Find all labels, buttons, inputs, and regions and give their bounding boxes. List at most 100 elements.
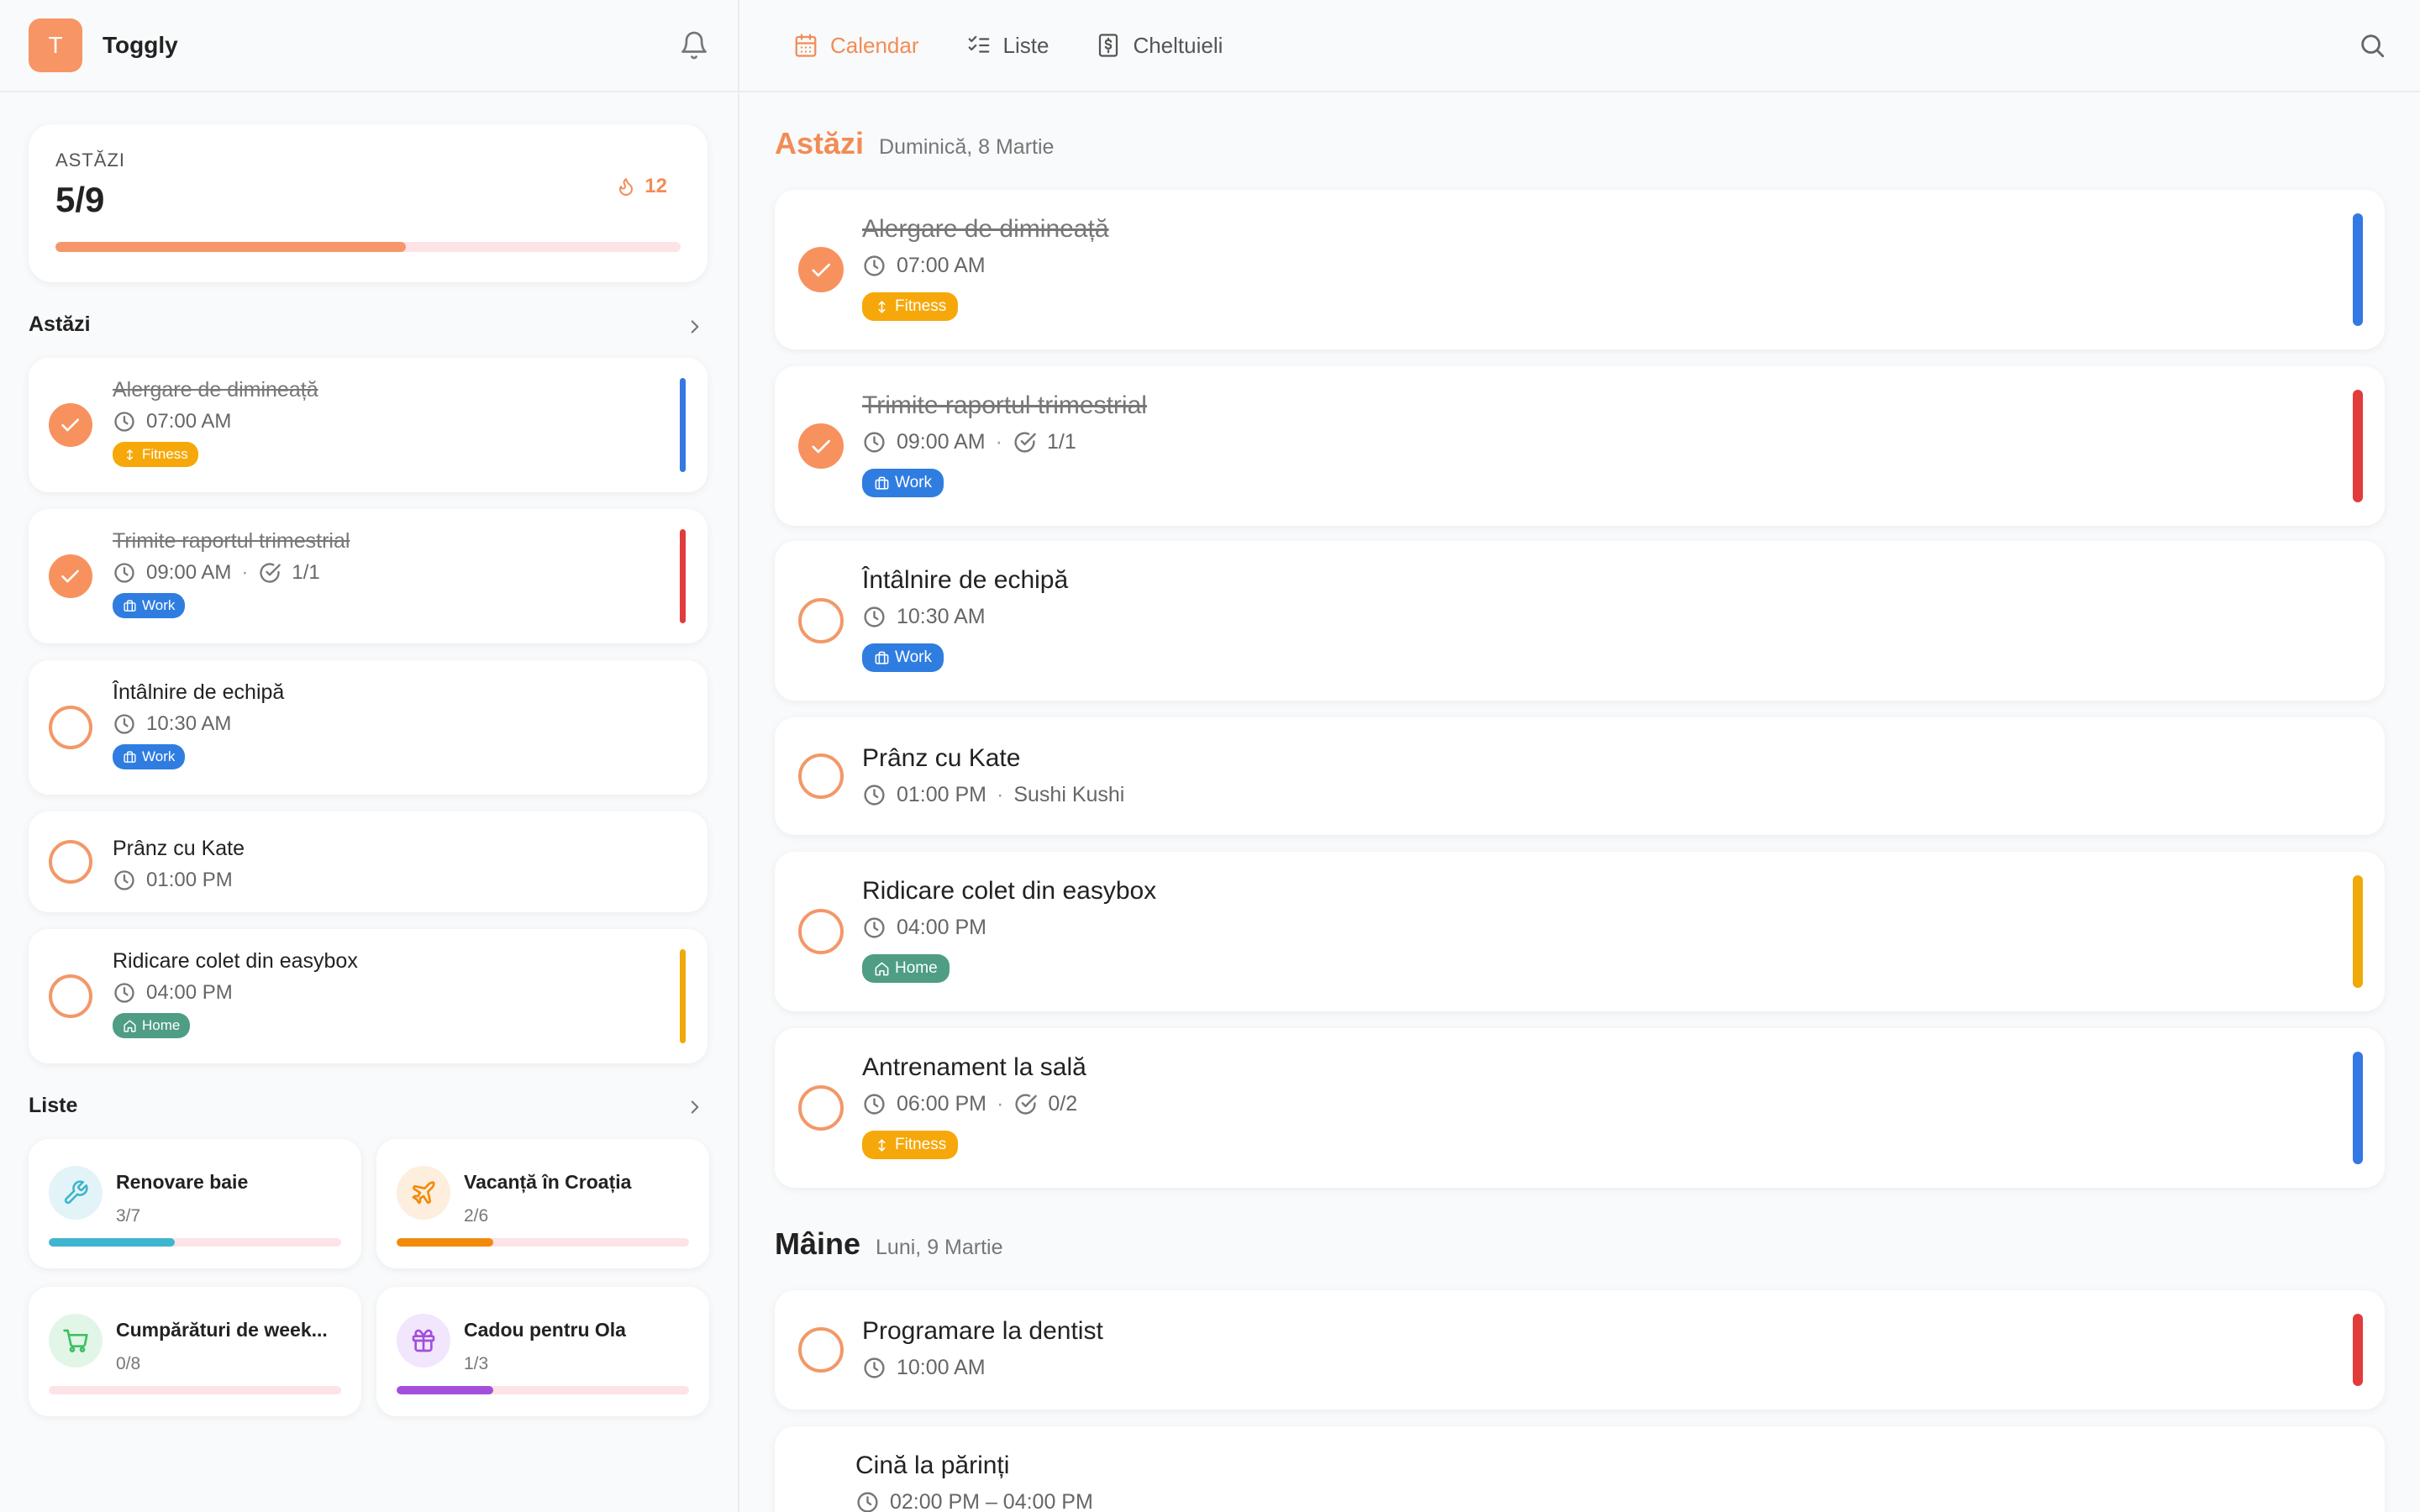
task-card[interactable]: Antrenament la sală 06:00 PM · 0/2 Fitness	[775, 1028, 2385, 1188]
meta-separator: ·	[995, 430, 1002, 454]
tab-calendar[interactable]: Calendar	[793, 33, 919, 59]
clock-icon	[864, 1094, 885, 1115]
streak-count: 12	[644, 175, 667, 197]
priority-bar	[2353, 213, 2363, 326]
tag-fitness: Fitness	[862, 292, 959, 321]
task-title: Ridicare colet din easybox	[862, 877, 1157, 905]
task-title: Programare la dentist	[862, 1317, 1103, 1345]
task-card[interactable]: Cină la părinți 02:00 PM – 04:00 PM	[775, 1426, 2385, 1512]
task-card[interactable]: Prânz cu Kate 01:00 PM	[29, 811, 708, 912]
clock-icon	[864, 785, 885, 806]
list-card[interactable]: Cadou pentru Ola 1/3	[376, 1287, 709, 1416]
task-checkbox[interactable]	[49, 706, 92, 749]
tab-lists[interactable]: Liste	[966, 33, 1049, 59]
priority-bar	[2353, 1052, 2363, 1164]
task-checkbox[interactable]	[798, 598, 844, 643]
day-date-today: Duminică, 8 Martie	[879, 135, 1055, 159]
check-circle-icon	[1015, 1094, 1038, 1115]
task-meta: 07:00 AM	[862, 254, 986, 278]
task-card[interactable]: Întâlnire de echipă 10:30 AM Work	[29, 660, 708, 795]
tab-expenses-label: Cheltuieli	[1133, 32, 1223, 58]
list-card[interactable]: Cumpărături de week... 0/8	[29, 1287, 361, 1416]
task-card[interactable]: Întâlnire de echipă 10:30 AM Work	[775, 541, 2385, 701]
tag-home: Home	[862, 954, 950, 983]
search-icon[interactable]	[2358, 31, 2386, 60]
task-checkbox[interactable]	[798, 753, 844, 799]
tag-label: Fitness	[895, 1136, 947, 1153]
chevron-right-icon[interactable]	[684, 316, 706, 338]
list-progress-fill	[397, 1238, 493, 1247]
task-checkbox-checked[interactable]	[798, 247, 844, 292]
stats-label: ASTĂZI	[55, 150, 126, 171]
stats-progress-fill	[55, 242, 406, 252]
list-progress-bar	[397, 1386, 689, 1394]
task-checkbox-checked[interactable]	[798, 423, 844, 469]
task-title: Alergare de dimineață	[862, 215, 1109, 243]
task-meta: 09:00 AM · 1/1	[862, 430, 1076, 454]
task-checkbox-checked[interactable]	[49, 554, 92, 598]
list-icon-wrap	[49, 1166, 103, 1220]
bell-icon[interactable]	[679, 30, 709, 60]
chevron-right-icon[interactable]	[684, 1096, 706, 1118]
subtask-count: 1/1	[292, 561, 320, 584]
meta-separator: ·	[241, 561, 249, 584]
list-progress-fill	[397, 1386, 493, 1394]
tag-work: Work	[113, 593, 186, 618]
list-count: 0/8	[116, 1354, 141, 1373]
home-icon	[124, 1019, 136, 1032]
cart-icon	[63, 1329, 88, 1352]
day-header-today: Astăzi Duminică, 8 Martie	[775, 126, 1054, 161]
tag-fitness: Fitness	[113, 442, 198, 467]
task-card[interactable]: Trimite raportul trimestrial 09:00 AM · 1/1…	[775, 366, 2385, 526]
task-time: 07:00 AM	[897, 254, 986, 277]
clock-icon	[114, 563, 134, 583]
task-checkbox[interactable]	[49, 840, 92, 884]
task-meta: 04:00 PM	[113, 981, 233, 1005]
task-meta: 10:30 AM	[113, 712, 231, 736]
task-time: 01:00 PM	[146, 869, 233, 891]
list-card[interactable]: Vacanță în Croația 2/6	[376, 1139, 709, 1268]
list-icon-wrap	[397, 1166, 450, 1220]
task-card[interactable]: Ridicare colet din easybox 04:00 PM Home	[29, 929, 708, 1063]
dollar-icon	[1099, 34, 1118, 57]
list-progress-fill	[49, 1238, 175, 1247]
task-meta: 09:00 AM · 1/1	[113, 561, 320, 585]
streak-badge: 12	[616, 175, 667, 198]
day-title-tomorrow: Mâine	[775, 1226, 861, 1261]
task-meta: 02:00 PM – 04:00 PM	[855, 1490, 1093, 1512]
briefcase-icon	[875, 651, 889, 664]
list-count: 1/3	[464, 1354, 489, 1373]
tag-home: Home	[113, 1013, 191, 1038]
task-meta: 01:00 PM	[113, 869, 233, 892]
clock-icon	[864, 255, 885, 276]
plane-icon	[412, 1181, 435, 1205]
app-logo[interactable]: T	[29, 18, 82, 72]
subtask-count: 1/1	[1046, 430, 1076, 454]
task-meta: 04:00 PM	[862, 916, 986, 940]
task-checkbox[interactable]	[798, 1085, 844, 1131]
tag-fitness: Fitness	[862, 1131, 959, 1159]
task-card[interactable]: Trimite raportul trimestrial 09:00 AM · 1/1…	[29, 509, 708, 643]
checklist-icon	[968, 35, 989, 53]
sidebar: T Toggly ASTĂZI 5/9 12 Astăzi Alergare d…	[0, 0, 739, 1512]
task-title: Antrenament la sală	[862, 1053, 1086, 1081]
task-time: 10:00 AM	[897, 1356, 986, 1379]
task-checkbox[interactable]	[49, 974, 92, 1018]
task-checkbox[interactable]	[798, 1327, 844, 1373]
task-card[interactable]: Alergare de dimineață 07:00 AM Fitness	[29, 358, 708, 492]
task-checkbox-checked[interactable]	[49, 403, 92, 447]
stats-value: 5/9	[55, 180, 105, 219]
task-card[interactable]: Prânz cu Kate 01:00 PM · Sushi Kushi	[775, 717, 2385, 835]
list-progress-bar	[49, 1386, 341, 1394]
tab-expenses[interactable]: Cheltuieli	[1096, 33, 1223, 59]
dumbbell-icon	[126, 449, 134, 460]
task-card[interactable]: Programare la dentist 10:00 AM	[775, 1290, 2385, 1410]
task-time: 01:00 PM	[897, 783, 987, 806]
priority-bar	[2353, 390, 2363, 502]
task-card[interactable]: Alergare de dimineață 07:00 AM Fitness	[775, 190, 2385, 349]
list-card[interactable]: Renovare baie 3/7	[29, 1139, 361, 1268]
task-card[interactable]: Ridicare colet din easybox 04:00 PM Home	[775, 852, 2385, 1011]
task-checkbox[interactable]	[798, 909, 844, 954]
tag-label: Fitness	[142, 446, 188, 462]
today-stats-card[interactable]: ASTĂZI 5/9 12	[29, 124, 708, 282]
